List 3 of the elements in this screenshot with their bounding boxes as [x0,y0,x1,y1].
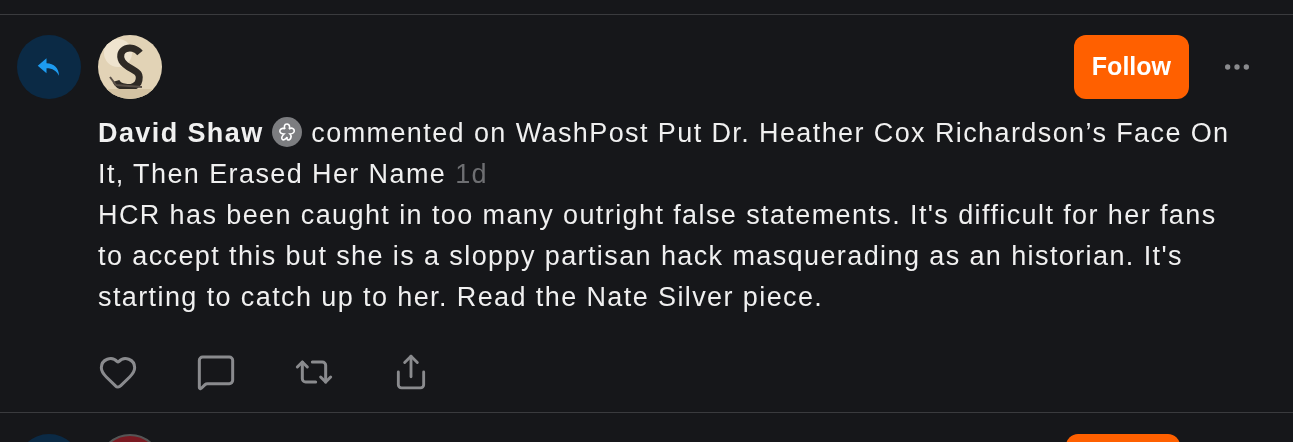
flower-badge-icon [272,117,303,147]
comment-body: HCR has been caught in too many outright false statements. It's difficult for her fans to accept this but she is a sloppy partisan hack masquerading as an historian. It's starting to catch up to her. Read the Nate Silver piece. [98,199,1218,314]
activity-line[interactable]: David Shaw commented on WashPost Put Dr. Heather Cox Richardson’s Face On It, Then Erased Her Name 1d [98,113,1248,195]
